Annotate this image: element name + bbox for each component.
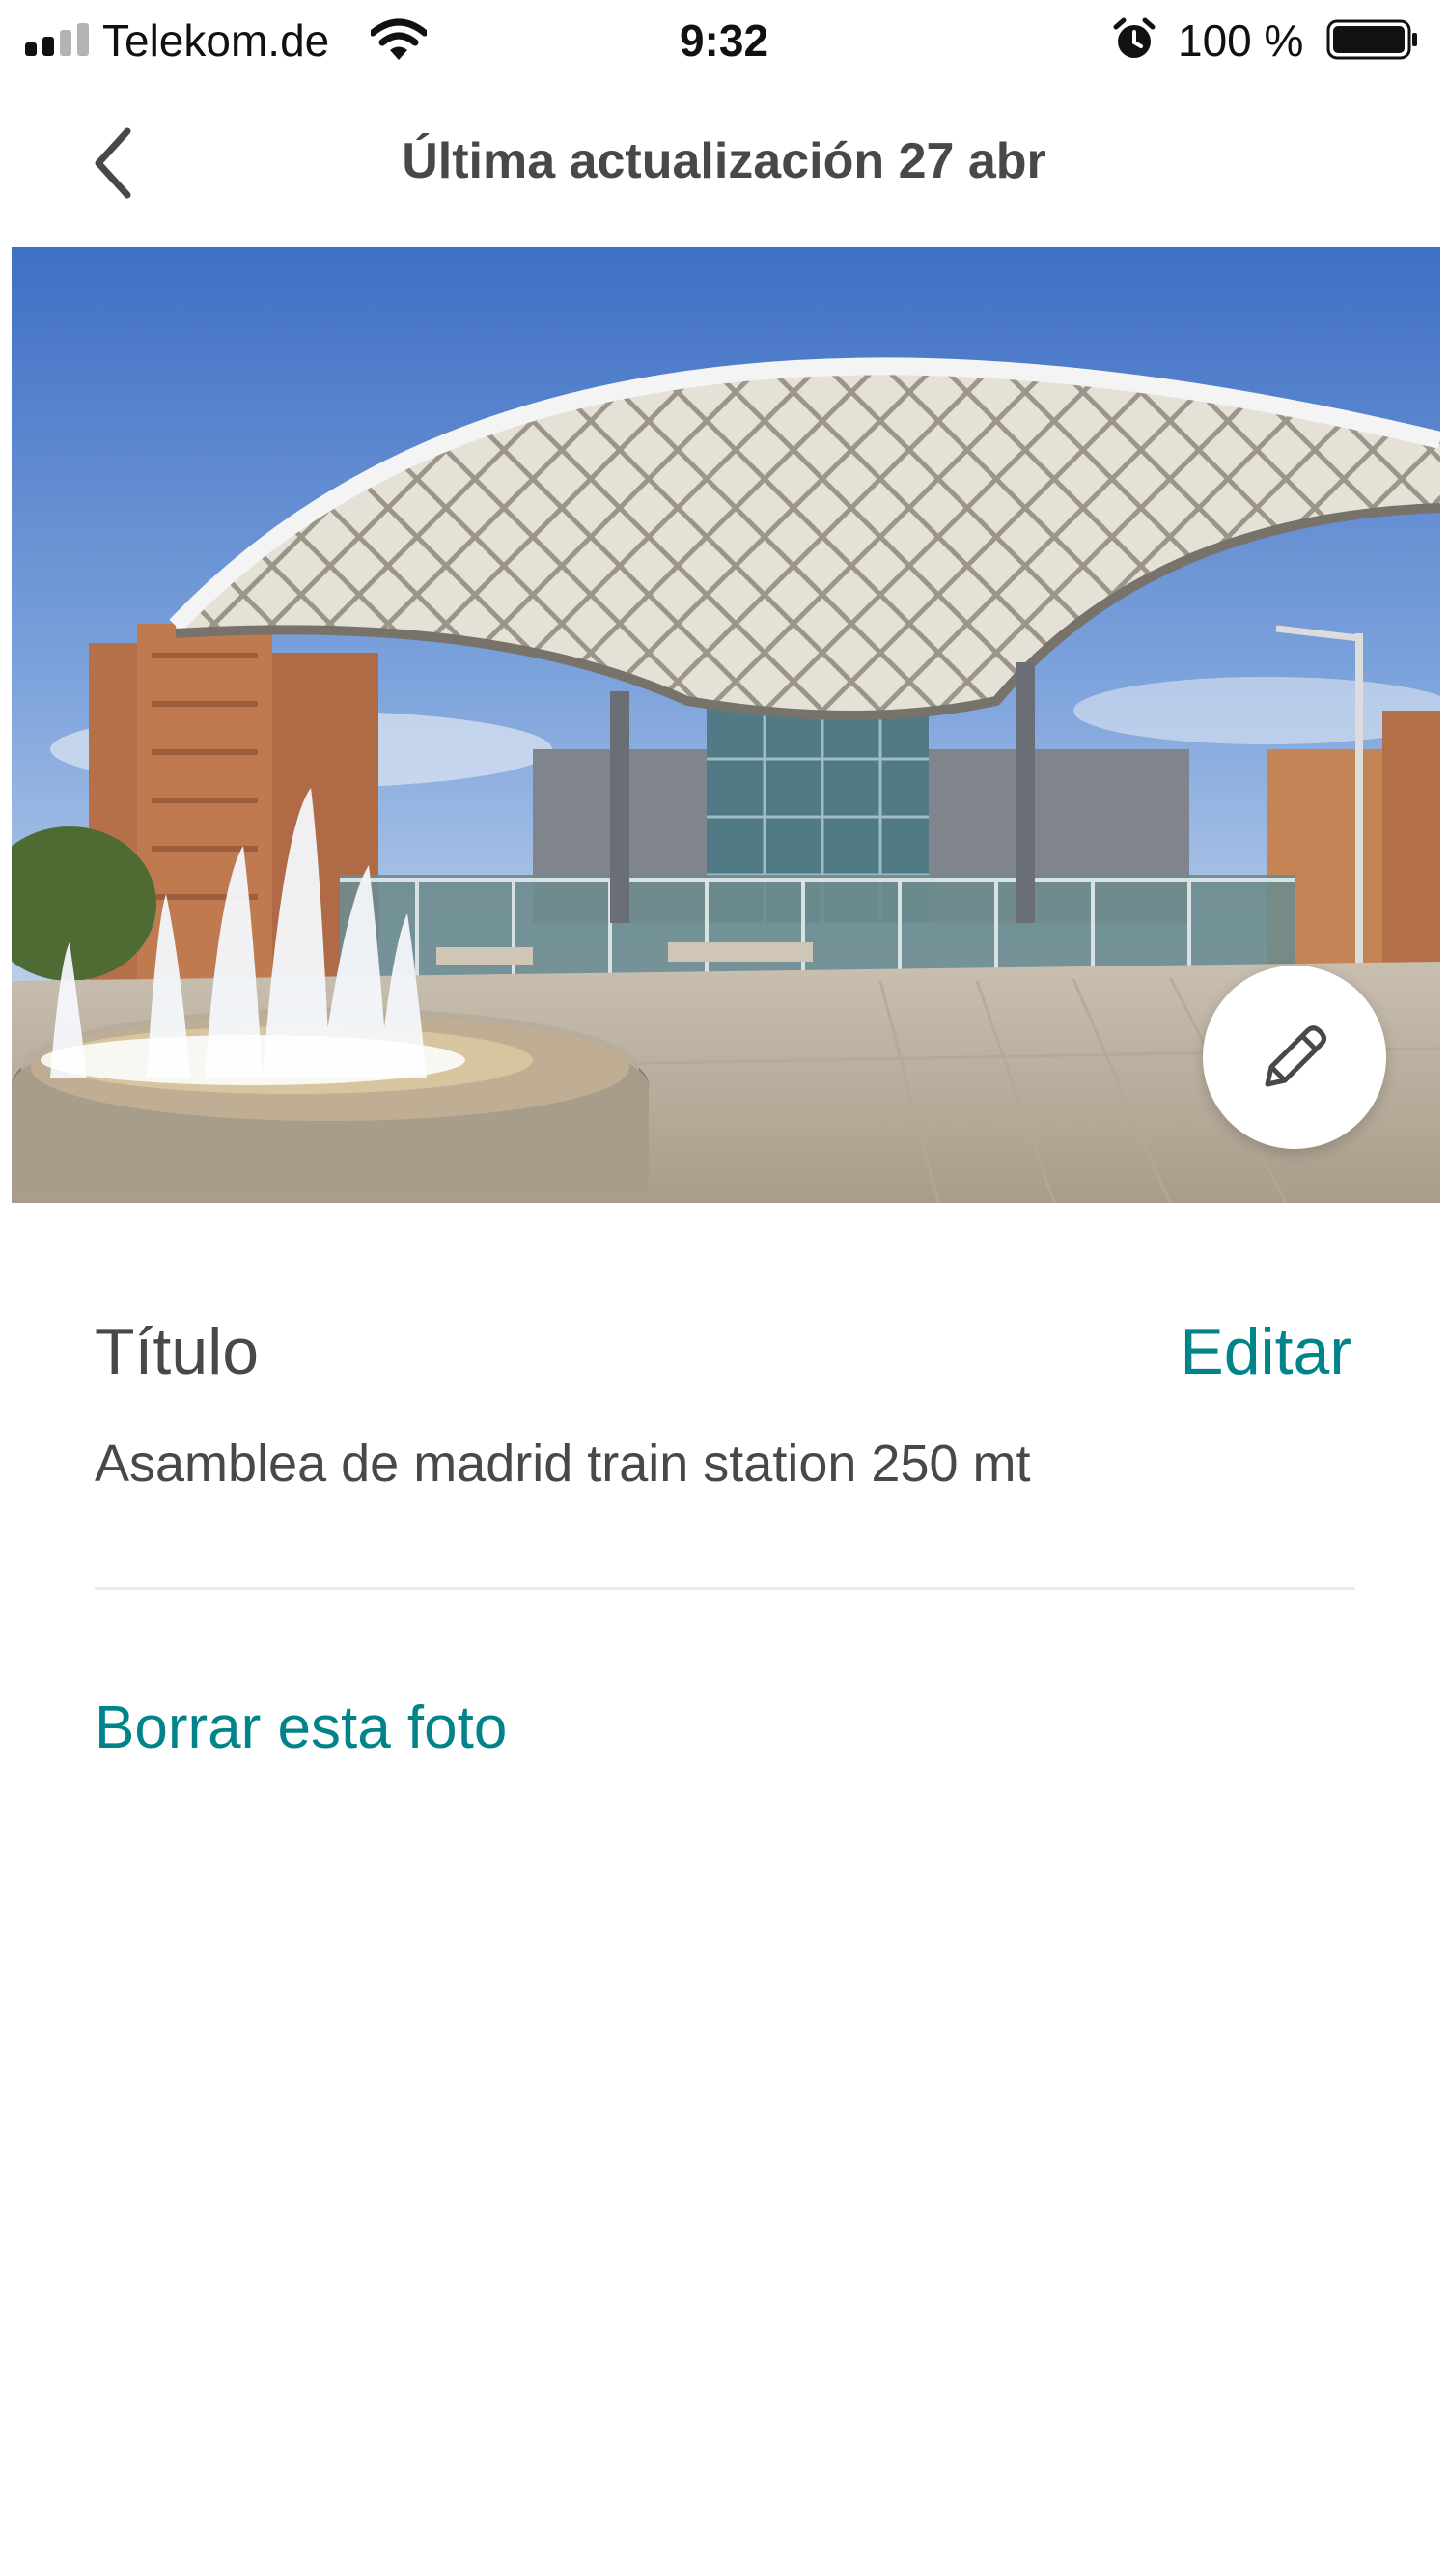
battery-percent: 100 % xyxy=(1178,15,1304,66)
edit-title-link[interactable]: Editar xyxy=(1180,1313,1351,1390)
nav-bar: Última actualización 27 abr xyxy=(0,81,1448,245)
delete-photo-link[interactable]: Borrar esta foto xyxy=(95,1692,507,1765)
title-value: Asamblea de madrid train station 250 mt xyxy=(95,1435,1031,1493)
title-label: Título xyxy=(95,1315,260,1388)
status-bar: Telekom.de 9:32 100 % xyxy=(0,0,1448,81)
battery-icon xyxy=(1326,19,1417,60)
pencil-icon xyxy=(1265,1025,1326,1087)
page-title: Última actualización 27 abr xyxy=(402,133,1046,189)
edit-photo-button[interactable] xyxy=(1203,966,1386,1149)
alarm-icon xyxy=(1113,17,1156,58)
divider xyxy=(95,1587,1355,1590)
